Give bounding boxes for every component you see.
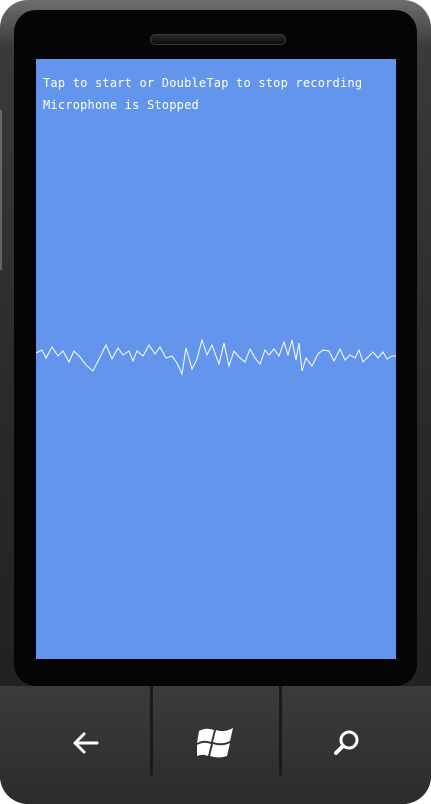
hardware-nav-bar [0, 686, 431, 804]
app-screen[interactable]: Tap to start or DoubleTap to stop record… [36, 59, 396, 659]
search-button[interactable] [282, 686, 412, 804]
start-button[interactable] [153, 686, 279, 804]
back-button[interactable] [20, 686, 150, 804]
windows-logo-icon [195, 726, 235, 765]
earpiece-speaker [150, 34, 286, 45]
back-arrow-icon [70, 728, 100, 763]
side-edge-highlight [0, 110, 2, 270]
phone-frame: Tap to start or DoubleTap to stop record… [0, 0, 431, 804]
audio-waveform [36, 338, 396, 376]
search-icon [333, 729, 361, 762]
